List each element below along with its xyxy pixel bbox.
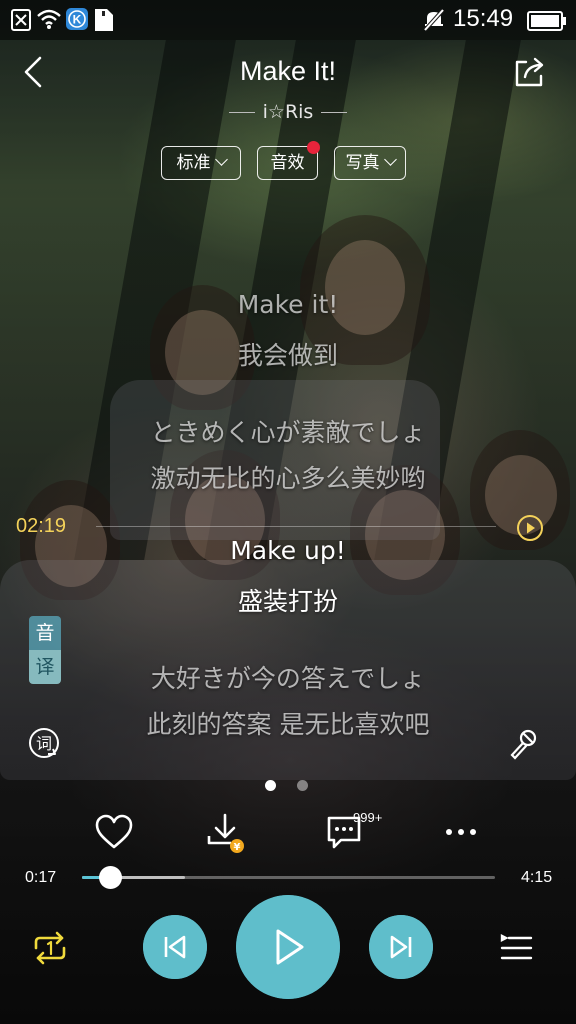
lyric-seek-line <box>96 526 496 527</box>
artist-name[interactable]: i☆Ris <box>263 101 314 123</box>
progress-slider[interactable] <box>82 866 495 889</box>
translation-toggle-translated: 译 <box>29 650 61 684</box>
translation-toggle[interactable]: 音 译 <box>29 616 61 684</box>
wifi-icon <box>37 9 61 29</box>
elapsed-time: 0:17 <box>25 869 57 886</box>
lyric-seek-time: 02:19 <box>16 515 67 537</box>
kugou-notification-icon: K <box>66 8 88 30</box>
lyric-line[interactable]: 此刻的答案 是无比喜欢吧 <box>0 705 576 741</box>
svg-text:K: K <box>73 13 82 27</box>
lyric-line[interactable]: 激动无比的心多么美妙哟 <box>0 459 576 495</box>
divider <box>228 112 255 113</box>
more-button[interactable] <box>441 812 481 852</box>
lyric-line[interactable]: Make it! <box>0 290 576 319</box>
effect-label: 音效 <box>270 153 305 173</box>
like-button[interactable] <box>94 812 134 852</box>
svg-text:词: 词 <box>36 734 52 753</box>
pager-dot-active[interactable] <box>265 780 276 791</box>
artist-name-row[interactable]: i☆Ris <box>0 101 576 123</box>
repeat-mode-button[interactable] <box>30 930 70 966</box>
photo-label: 写真 <box>345 153 380 173</box>
sd-card-icon <box>95 9 113 31</box>
total-duration: 4:15 <box>521 869 553 886</box>
chevron-down-icon <box>214 153 228 166</box>
lyric-line[interactable]: ときめく心が素敵でしょ <box>0 413 576 449</box>
lyric-icon: 词 <box>29 728 59 758</box>
sim-off-icon <box>11 9 31 31</box>
translation-toggle-original: 音 <box>29 616 61 650</box>
next-button[interactable] <box>369 915 433 979</box>
more-icon <box>446 829 476 835</box>
share-icon <box>515 57 544 87</box>
download-icon: ¥ <box>207 813 244 853</box>
repeat-icon <box>34 931 66 965</box>
lyric-line[interactable]: 大好きが今の答えでしょ <box>0 659 576 695</box>
mute-icon <box>423 8 445 32</box>
karaoke-button[interactable] <box>506 727 540 761</box>
quality-selector[interactable]: 标准 <box>161 146 241 180</box>
microphone-icon <box>510 729 537 760</box>
lyric-line-current[interactable]: Make up! <box>0 536 576 565</box>
photo-selector[interactable]: 写真 <box>334 146 406 180</box>
playlist-button[interactable] <box>498 930 534 966</box>
comment-count: 999+ <box>353 810 383 825</box>
new-badge-dot <box>307 141 320 154</box>
previous-button[interactable] <box>143 915 207 979</box>
pager-dot[interactable] <box>297 780 308 791</box>
share-button[interactable] <box>512 54 548 90</box>
status-time: 15:49 <box>453 5 514 32</box>
lyric-line-current[interactable]: 盛装打扮 <box>0 582 576 618</box>
quality-label: 标准 <box>176 153 211 173</box>
svg-text:¥: ¥ <box>234 842 241 853</box>
lyric-line[interactable]: 我会做到 <box>0 336 576 372</box>
play-button[interactable] <box>236 895 340 999</box>
lyric-mode-button[interactable]: 词 <box>28 727 60 759</box>
divider <box>321 112 348 113</box>
battery-icon <box>527 11 566 31</box>
playlist-icon <box>500 934 533 960</box>
song-title: Make It! <box>239 56 337 86</box>
heart-icon <box>95 814 133 849</box>
progress-knob[interactable] <box>98 866 122 889</box>
status-bar: K 15:49 <box>0 0 576 40</box>
download-button[interactable]: ¥ <box>206 812 244 856</box>
chevron-down-icon <box>383 153 397 166</box>
